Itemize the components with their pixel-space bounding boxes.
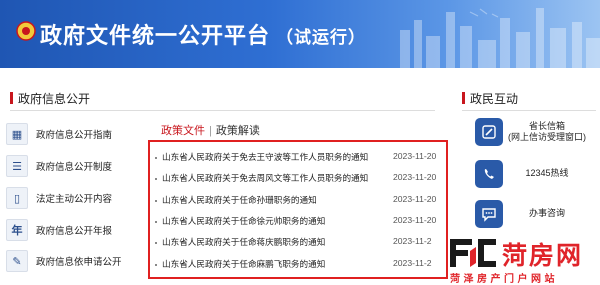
bullet-dot [155,157,157,159]
header-accent-bar [462,92,465,104]
news-date: 2023-11-20 [393,194,437,204]
news-title[interactable]: 山东省人民政府关于免去王守波等工作人员职务的通知 [162,151,368,163]
mailbox-icon [475,118,503,146]
interaction-header: 政民互动 [462,90,518,107]
menu-item-label: 政府信息公开制度 [36,162,113,173]
bullet-dot [155,221,157,223]
trial-subtitle: （试运行） [276,28,367,47]
header-banner: 政府文件统一公开平台 （试运行） [0,0,600,68]
guide-book-icon: ▦ [6,123,28,145]
gov-info-header: 政府信息公开 [10,90,90,107]
menu-item-label: 政府信息公开指南 [36,130,113,141]
news-date: 2023-11-20 [393,215,437,225]
annual-report-icon: 年 [6,219,28,241]
menu-item-label: 政府信息依申请公开 [36,257,122,268]
page-title: 政府文件统一公开平台 （试运行） [40,18,366,50]
consult-link[interactable]: 办事咨询 [462,200,592,232]
menu-item-application[interactable]: ✎ 政府信息依申请公开 [6,250,142,272]
consult-label: 办事咨询 [528,208,565,218]
mailbox-sublabel: (网上信访受理窗口) [508,132,586,142]
menu-item-label: 法定主动公开内容 [36,194,113,205]
menu-item-label: 政府信息公开年报 [36,226,113,237]
bullet-dot [155,200,157,202]
divider [462,110,596,111]
menu-item-guide[interactable]: ▦ 政府信息公开指南 [6,123,142,145]
watermark-tagline: 菏泽房产门户网站 [450,274,558,285]
news-title[interactable]: 山东省人民政府关于任命孙珊职务的通知 [162,194,317,206]
phone-hotline-icon [475,160,503,188]
bullet-dot [155,264,157,266]
menu-item-annual-report[interactable]: 年 政府信息公开年报 [6,219,142,241]
governor-mailbox-link[interactable]: 省长信箱 (网上信访受理窗口) [462,118,592,150]
watermark-brand: 菏房网 [502,242,584,270]
file-icon: ▯ [6,187,28,209]
tab-separator: | [209,125,212,137]
bullet-dot [155,242,157,244]
mailbox-label: 省长信箱 [528,121,565,131]
menu-item-statutory[interactable]: ▯ 法定主动公开内容 [6,187,142,209]
tab-policy-interpretation[interactable]: 政策解读 [216,125,260,137]
news-date: 2023-11-20 [393,172,437,182]
application-icon: ✎ [6,250,28,272]
platform-title: 政府文件统一公开平台 [40,23,271,48]
policy-tabs: 政策文件 | 政策解读 [161,122,260,138]
gov-info-header-label: 政府信息公开 [18,92,91,106]
site-watermark: 菏房网 菏泽房产门户网站 [446,236,600,285]
news-date: 2023-11-2 [393,258,432,268]
news-date: 2023-11-2 [393,236,432,246]
news-title[interactable]: 山东省人民政府关于任命徐元帅职务的通知 [162,215,325,227]
tab-policy-documents[interactable]: 政策文件 [161,125,205,137]
divider [10,110,435,111]
list-item[interactable]: 山东省人民政府关于任命麻鹏飞职务的通知 2023-11-2 [155,258,445,272]
document-list-icon: ☰ [6,155,28,177]
interaction-header-label: 政民互动 [470,92,519,106]
list-item[interactable]: 山东省人民政府关于任命孙珊职务的通知 2023-11-20 [155,194,445,208]
news-title[interactable]: 山东省人民政府关于任命麻鹏飞职务的通知 [162,258,325,270]
list-item[interactable]: 山东省人民政府关于任命徐元帅职务的通知 2023-11-20 [155,215,445,229]
list-item[interactable]: 山东省人民政府关于任命蒋庆鹏职务的通知 2023-11-2 [155,236,445,250]
hotline-link[interactable]: 12345热线 [462,160,592,192]
news-title[interactable]: 山东省人民政府关于任命蒋庆鹏职务的通知 [162,236,325,248]
list-item[interactable]: 山东省人民政府关于免去王守波等工作人员职务的通知 2023-11-20 [155,151,445,165]
list-item[interactable]: 山东省人民政府关于免去周风文等工作人员职务的通知 2023-11-20 [155,172,445,186]
consult-chat-icon [475,200,503,228]
watermark-logo-icon [450,239,496,267]
hotline-label: 12345热线 [525,168,569,178]
header-accent-bar [10,92,13,104]
news-title[interactable]: 山东省人民政府关于免去周风文等工作人员职务的通知 [162,172,368,184]
menu-item-system[interactable]: ☰ 政府信息公开制度 [6,155,142,177]
bullet-dot [155,178,157,180]
emblem-icon [16,21,36,41]
news-date: 2023-11-20 [393,151,437,161]
